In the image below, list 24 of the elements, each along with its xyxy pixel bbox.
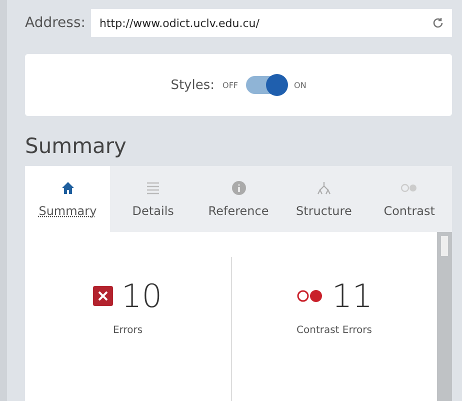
tab[interactable]: Structure — [281, 166, 367, 232]
tab[interactable]: Summary — [25, 166, 110, 232]
list-icon — [145, 180, 162, 196]
stat-label: Errors — [112, 325, 143, 336]
info-icon — [230, 180, 247, 196]
error-icon — [93, 286, 114, 306]
styles-label: Styles: — [170, 78, 215, 92]
off-label: OFF — [222, 80, 238, 90]
tab[interactable]: Reference — [196, 166, 282, 232]
tab[interactable]: Contrast — [366, 166, 452, 232]
address-field[interactable]: http://www.odict.uclv.edu.cu/ — [91, 9, 452, 37]
home-icon — [60, 180, 76, 196]
styles-toggle[interactable] — [246, 76, 286, 94]
reload-icon[interactable] — [432, 17, 444, 29]
hierarchy-icon — [316, 180, 332, 196]
stat-label: Contrast Errors — [296, 325, 372, 336]
contrast-icon — [296, 289, 324, 303]
scrollbar[interactable] — [437, 232, 452, 401]
count: 10 — [121, 277, 162, 315]
on-label: ON — [294, 80, 306, 90]
address-label: Address: — [25, 15, 86, 31]
tab[interactable]: Details — [110, 166, 196, 232]
section-heading: Summary — [25, 134, 128, 158]
count: 11 — [332, 277, 373, 315]
